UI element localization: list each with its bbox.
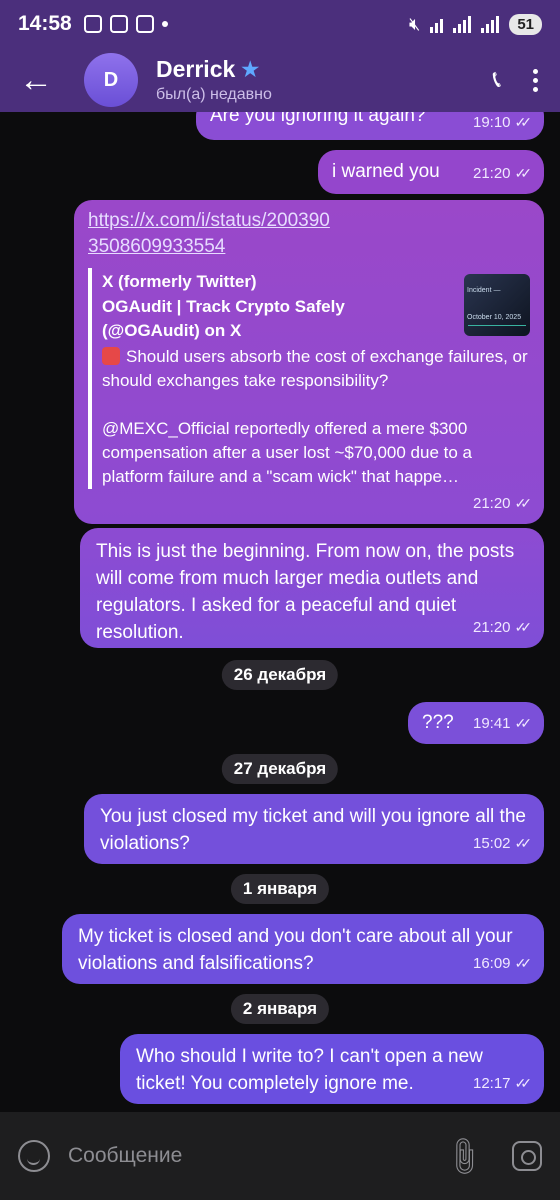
back-arrow-icon[interactable]: ← (0, 48, 72, 112)
app-notification-icon (135, 15, 154, 33)
message-text: This is just the beginning. From now on,… (96, 541, 515, 643)
battery-indicator: 51 (509, 13, 542, 35)
preview-lead-text: Should users absorb the cost of exchange… (102, 347, 528, 390)
more-notifications-dot-icon (161, 21, 168, 27)
message-time: 15:02 (472, 835, 511, 852)
read-checks-icon: ✓✓ (514, 165, 533, 181)
contact-name: Derrick (156, 56, 236, 82)
message-bubble[interactable]: ??? 19:41 ✓✓ (408, 702, 544, 744)
message-input[interactable] (68, 1144, 447, 1168)
message-bubble[interactable]: This is just the beginning. From now on,… (80, 528, 544, 648)
read-checks-icon: ✓✓ (514, 715, 533, 731)
message-time: 21:20 (472, 165, 511, 182)
message-composer: 📎︎ (0, 1112, 560, 1200)
screenshot-icon (83, 15, 102, 33)
message-bubble[interactable]: i warned you 21:20 ✓✓ (318, 150, 544, 194)
date-separator: 26 декабря (221, 660, 339, 690)
signal-2-icon (481, 15, 500, 33)
status-bar: 14:58 🔇︎ 51 (0, 0, 560, 48)
message-bubble[interactable]: You just closed my ticket and will you i… (84, 794, 544, 864)
contact-info[interactable]: Derrick ★ был(а) недавно (156, 56, 272, 104)
message-text: Are you ignoring it again? (210, 112, 426, 126)
read-checks-icon: ✓✓ (514, 495, 533, 511)
message-bubble[interactable]: Who should I write to? I can't open a ne… (120, 1034, 544, 1104)
phone-call-icon[interactable]: 📞︎ (493, 66, 501, 94)
message-text: Who should I write to? I can't open a ne… (136, 1046, 483, 1094)
preview-description-lead: Should users absorb the cost of exchange… (102, 345, 530, 393)
message-text: You just closed my ticket and will you i… (100, 806, 526, 854)
wifi-icon (430, 15, 444, 33)
verified-star-icon: ★ (241, 59, 260, 81)
message-time: 21:20 (472, 495, 511, 512)
read-checks-icon: ✓✓ (514, 835, 533, 851)
gmail-icon (109, 15, 128, 33)
message-text: My ticket is closed and you don't care a… (78, 926, 513, 974)
thumbnail-chart-line (468, 302, 526, 326)
emoji-icon[interactable] (18, 1140, 50, 1172)
preview-thumbnail: Incident — October 10, 2025 (464, 274, 530, 336)
message-bubble[interactable]: Are you ignoring it again? 19:10 ✓✓ (196, 112, 544, 140)
camera-icon[interactable] (512, 1141, 542, 1171)
link-preview-message[interactable]: https://x.com/i/status/20039035086099335… (74, 200, 544, 524)
preview-title: OGAudit | Track Crypto Safely (@OGAudit)… (102, 297, 345, 340)
message-link[interactable]: https://x.com/i/status/20039035086099335… (88, 208, 338, 260)
read-checks-icon: ✓✓ (514, 619, 533, 635)
message-time: 16:09 (472, 955, 511, 972)
date-separator: 27 декабря (221, 754, 339, 784)
link-preview-card[interactable]: Incident — October 10, 2025 X (formerly … (88, 268, 530, 489)
preview-description-body: @MEXC_Official reportedly offered a mere… (102, 419, 472, 486)
avatar[interactable]: D (84, 53, 138, 107)
message-text: i warned you (332, 161, 440, 182)
chat-area[interactable]: Are you ignoring it again? 19:10 ✓✓ i war… (0, 112, 560, 1112)
attach-paperclip-icon[interactable]: 📎︎ (440, 1132, 488, 1180)
message-time: 12:17 (472, 1075, 511, 1092)
read-checks-icon: ✓✓ (514, 114, 533, 130)
last-seen-status: был(а) недавно (156, 86, 272, 103)
message-text: ??? (422, 712, 454, 733)
read-checks-icon: ✓✓ (514, 955, 533, 971)
message-bubble[interactable]: My ticket is closed and you don't care a… (62, 914, 544, 984)
siren-emoji-icon (102, 347, 120, 365)
more-options-icon[interactable] (533, 68, 538, 92)
status-time: 14:58 (18, 12, 72, 35)
message-time: 19:10 (472, 114, 511, 131)
mute-icon: 🔇︎ (408, 13, 421, 34)
signal-icon (453, 15, 472, 33)
date-separator: 1 января (230, 874, 330, 904)
read-checks-icon: ✓✓ (514, 1075, 533, 1091)
date-separator: 2 января (230, 994, 330, 1024)
notification-icons (83, 15, 168, 33)
message-time: 19:41 (472, 715, 511, 732)
chat-header: ← D Derrick ★ был(а) недавно 📞︎ (0, 48, 560, 112)
message-time: 21:20 (472, 619, 511, 636)
